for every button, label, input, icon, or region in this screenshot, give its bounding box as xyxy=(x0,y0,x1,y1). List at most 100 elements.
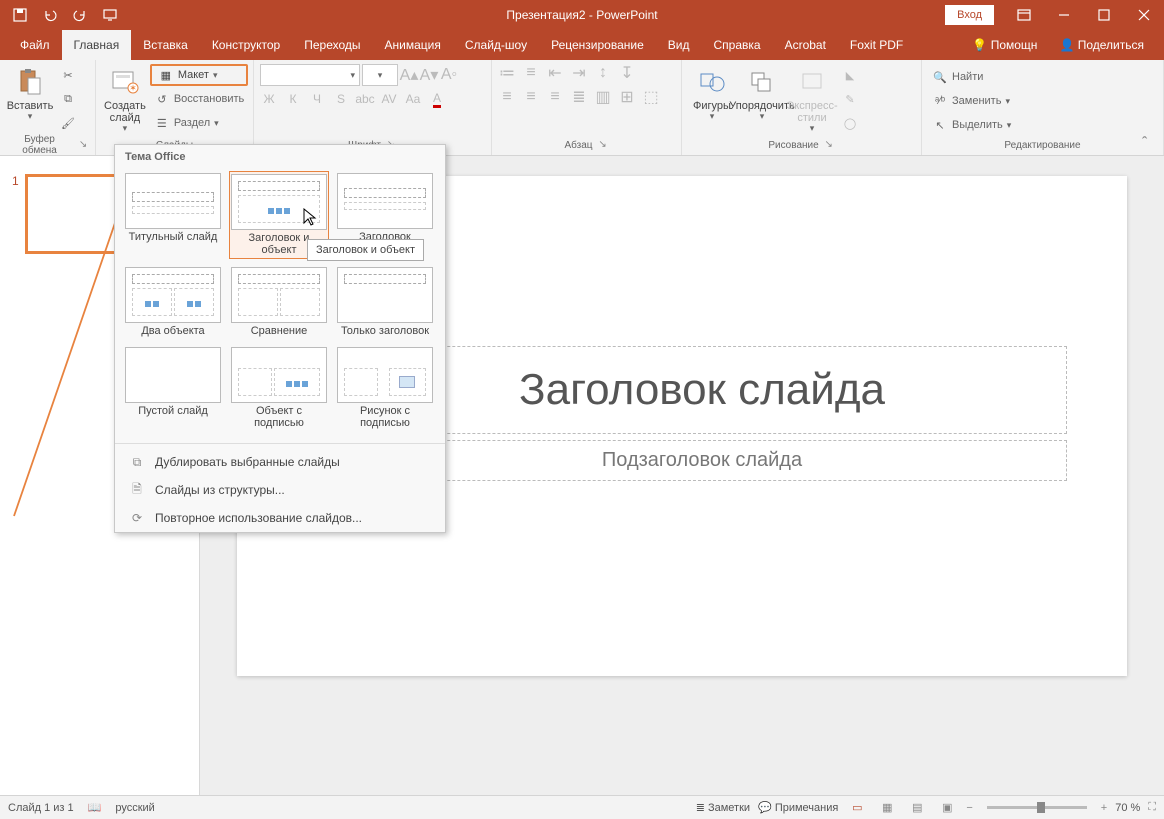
layout-picture-with-caption[interactable]: Рисунок с подписью xyxy=(335,345,435,431)
align-center-button[interactable]: ≡ xyxy=(522,88,540,106)
shape-effects-button[interactable]: ◯ xyxy=(838,112,862,134)
tab-transitions[interactable]: Переходы xyxy=(292,30,372,60)
section-button[interactable]: ☰Раздел▾ xyxy=(150,112,248,134)
title-placeholder[interactable]: Заголовок слайда xyxy=(337,346,1067,434)
underline-button[interactable]: Ч xyxy=(308,90,326,108)
start-slideshow-button[interactable] xyxy=(96,1,124,29)
convert-smartart-button[interactable]: ⬚ xyxy=(642,88,660,106)
undo-button[interactable] xyxy=(36,1,64,29)
strike-button[interactable]: abc xyxy=(356,90,374,108)
subtitle-placeholder[interactable]: Подзаголовок слайда xyxy=(337,440,1067,481)
decrease-font-button[interactable]: A▾ xyxy=(420,66,438,84)
zoom-out-button[interactable]: − xyxy=(966,802,972,814)
align-right-button[interactable]: ≡ xyxy=(546,88,564,106)
quick-styles-button[interactable]: Экспресс- стили▾ xyxy=(788,64,836,136)
columns-button[interactable]: ▥ xyxy=(594,88,612,106)
layout-comparison[interactable]: Сравнение xyxy=(229,265,329,339)
replace-button[interactable]: ᵃ⁄ᵇЗаменить▾ xyxy=(928,90,1157,112)
notes-button[interactable]: ≣ Заметки xyxy=(696,801,750,814)
view-normal-button[interactable]: ▭ xyxy=(846,799,868,817)
tab-view[interactable]: Вид xyxy=(656,30,702,60)
minimize-button[interactable] xyxy=(1044,0,1084,30)
case-button[interactable]: Aa xyxy=(404,90,422,108)
shapes-icon xyxy=(696,66,728,98)
tab-slideshow[interactable]: Слайд-шоу xyxy=(453,30,539,60)
layout-title-slide[interactable]: Титульный слайд xyxy=(123,171,223,259)
paste-button[interactable]: Вставить▾ xyxy=(6,64,54,134)
layout-content-with-caption[interactable]: Объект с подписью xyxy=(229,345,329,431)
bullets-button[interactable]: ≔ xyxy=(498,64,516,82)
increase-font-button[interactable]: A▴ xyxy=(400,66,418,84)
font-color-button[interactable]: A xyxy=(428,90,446,108)
tab-home[interactable]: Главная xyxy=(62,30,132,60)
gallery-header: Тема Office xyxy=(115,145,445,169)
ribbon-display-options-button[interactable] xyxy=(1004,0,1044,30)
language-button[interactable]: русский xyxy=(115,802,154,814)
tab-acrobat[interactable]: Acrobat xyxy=(773,30,838,60)
tab-foxit[interactable]: Foxit PDF xyxy=(838,30,915,60)
menu-reuse-slides[interactable]: ⟳Повторное использование слайдов... xyxy=(115,504,445,532)
shape-fill-button[interactable]: ◣ xyxy=(838,64,862,86)
spacing-button[interactable]: AV xyxy=(380,90,398,108)
justify-button[interactable]: ≣ xyxy=(570,88,588,106)
tab-animations[interactable]: Анимация xyxy=(373,30,453,60)
drawing-launcher[interactable]: ↘ xyxy=(823,139,835,151)
zoom-in-button[interactable]: + xyxy=(1101,802,1107,814)
tab-file[interactable]: Файл xyxy=(8,30,62,60)
menu-duplicate-slides[interactable]: ⧉Дублировать выбранные слайды xyxy=(115,448,445,476)
redo-button[interactable] xyxy=(66,1,94,29)
new-slide-button[interactable]: ✶ Создать слайд▾ xyxy=(102,64,148,136)
layout-button[interactable]: ▦Макет▾ xyxy=(150,64,248,86)
find-button[interactable]: 🔍Найти xyxy=(928,66,1157,88)
layout-title-only[interactable]: Только заголовок xyxy=(335,265,435,339)
login-button[interactable]: Вход xyxy=(945,5,994,25)
view-sorter-button[interactable]: ▦ xyxy=(876,799,898,817)
shadow-button[interactable]: S xyxy=(332,90,350,108)
font-family-select[interactable]: ▾ xyxy=(260,64,360,86)
fit-to-window-button[interactable]: ⛶ xyxy=(1148,801,1156,814)
numbering-button[interactable]: ≡ xyxy=(522,64,540,82)
select-button[interactable]: ↖Выделить▾ xyxy=(928,114,1157,136)
tab-review[interactable]: Рецензирование xyxy=(539,30,656,60)
italic-button[interactable]: К xyxy=(284,90,302,108)
tab-help[interactable]: Справка xyxy=(701,30,772,60)
copy-icon: ⧉ xyxy=(60,91,76,107)
save-button[interactable] xyxy=(6,1,34,29)
scissors-icon: ✂ xyxy=(60,67,76,83)
zoom-level[interactable]: 70 % xyxy=(1115,802,1140,814)
cut-button[interactable]: ✂ xyxy=(56,64,80,86)
text-direction-button[interactable]: ↧ xyxy=(618,64,636,82)
collapse-ribbon-button[interactable]: ˆ xyxy=(1142,135,1158,151)
reset-button[interactable]: ↺Восстановить xyxy=(150,88,248,110)
format-painter-button[interactable]: 🖌 xyxy=(56,112,80,134)
layout-two-content[interactable]: Два объекта xyxy=(123,265,223,339)
view-reading-button[interactable]: ▤ xyxy=(906,799,928,817)
tab-design[interactable]: Конструктор xyxy=(200,30,292,60)
font-size-select[interactable]: ▾ xyxy=(362,64,398,86)
tab-insert[interactable]: Вставка xyxy=(131,30,200,60)
zoom-slider[interactable] xyxy=(987,806,1087,809)
share-button[interactable]: 👤 Поделиться xyxy=(1051,38,1152,52)
bold-button[interactable]: Ж xyxy=(260,90,278,108)
clear-format-button[interactable]: A◦ xyxy=(440,66,458,84)
align-text-button[interactable]: ⊞ xyxy=(618,88,636,106)
indent-inc-button[interactable]: ⇥ xyxy=(570,64,588,82)
line-spacing-button[interactable]: ↕ xyxy=(594,64,612,82)
arrange-button[interactable]: Упорядочить▾ xyxy=(738,64,786,136)
menu-slides-from-outline[interactable]: 🗎Слайды из структуры... xyxy=(115,476,445,504)
spellcheck-button[interactable]: 📖 xyxy=(88,801,102,814)
indent-dec-button[interactable]: ⇤ xyxy=(546,64,564,82)
slide-counter[interactable]: Слайд 1 из 1 xyxy=(8,802,74,814)
shape-outline-button[interactable]: ✎ xyxy=(838,88,862,110)
align-left-button[interactable]: ≡ xyxy=(498,88,516,106)
clipboard-launcher[interactable]: ↘ xyxy=(77,139,89,151)
layout-blank[interactable]: Пустой слайд xyxy=(123,345,223,431)
copy-button[interactable]: ⧉ xyxy=(56,88,80,110)
paragraph-launcher[interactable]: ↘ xyxy=(597,139,609,151)
close-button[interactable] xyxy=(1124,0,1164,30)
tell-me-button[interactable]: 💡 Помощн xyxy=(964,38,1045,52)
view-slideshow-button[interactable]: ▣ xyxy=(936,799,958,817)
maximize-button[interactable] xyxy=(1084,0,1124,30)
new-slide-icon: ✶ xyxy=(109,66,141,98)
comments-button[interactable]: 💬 Примечания xyxy=(758,801,838,814)
